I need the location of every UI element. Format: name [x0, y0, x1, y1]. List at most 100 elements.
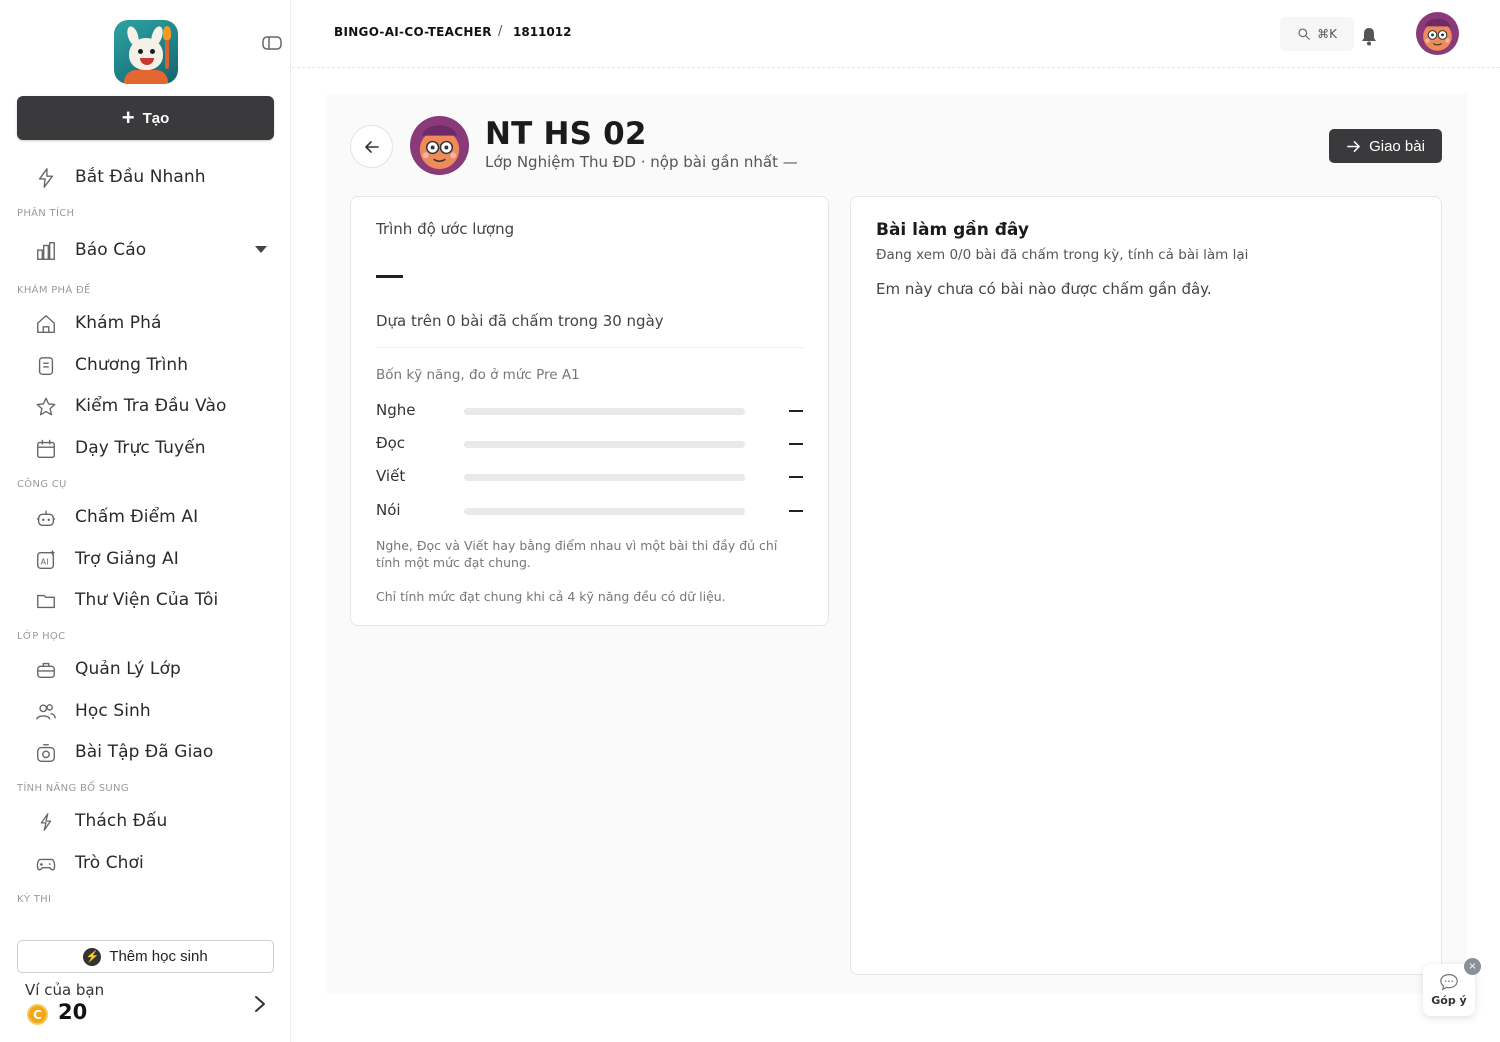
assign-button-label: Giao bài	[1369, 137, 1425, 155]
sidebar-item-label: Thách Đấu	[75, 811, 168, 831]
lightning-icon	[38, 168, 54, 188]
sidebar-item-label: Bắt Đầu Nhanh	[75, 167, 206, 187]
close-icon[interactable]: ×	[1464, 958, 1481, 975]
feedback-label: Góp ý	[1431, 994, 1467, 1007]
sidebar-item-explore[interactable]: Khám Phá	[17, 305, 277, 341]
document-icon	[38, 357, 54, 375]
assign-homework-button[interactable]: Giao bài	[1329, 129, 1442, 163]
sidebar-item-label: Báo Cáo	[75, 240, 147, 260]
sidebar-item-label: Bài Tập Đã Giao	[75, 742, 214, 762]
home-icon	[37, 315, 55, 333]
create-button[interactable]: + Tạo	[17, 96, 274, 140]
lightning-badge-icon: ⚡	[83, 947, 102, 966]
card-subtitle: Đang xem 0/0 bài đã chấm trong kỳ, tính …	[876, 247, 1249, 263]
coin-icon: C	[27, 1004, 48, 1025]
skill-empty-value	[789, 443, 803, 445]
camera-gear-icon	[37, 744, 55, 762]
sidebar-item-placement-test[interactable]: Kiểm Tra Đầu Vào	[17, 388, 277, 424]
student-name: NT HS 02	[485, 116, 647, 152]
breadcrumb-separator: /	[498, 24, 503, 39]
skill-empty-value	[789, 476, 803, 478]
sidebar-item-ai-assistant[interactable]: AI Trợ Giảng AI	[17, 541, 277, 577]
student-avatar	[410, 116, 469, 175]
sidebar-item-games[interactable]: Trò Chơi	[17, 845, 277, 881]
ai-badge-icon: AI	[37, 549, 56, 569]
skill-row-speaking: Nói	[376, 501, 803, 521]
sidebar-item-quick-start[interactable]: Bắt Đầu Nhanh	[17, 159, 277, 195]
wallet-balance: 20	[58, 1000, 88, 1024]
skill-name: Đọc	[376, 434, 406, 452]
skill-name: Viết	[376, 467, 406, 485]
svg-text:AI: AI	[41, 557, 49, 567]
main-content: NT HS 02 Lớp Nghiệm Thu ĐD · nộp bài gần…	[326, 94, 1467, 994]
users-icon	[36, 704, 56, 720]
back-button[interactable]	[350, 125, 393, 168]
section-label-extra: TÍNH NĂNG BỔ SUNG	[17, 783, 129, 794]
sidebar-item-assigned-exercises[interactable]: Bài Tập Đã Giao	[17, 734, 277, 770]
sidebar-item-challenge[interactable]: Thách Đấu	[17, 803, 277, 839]
sidebar-item-reports[interactable]: Báo Cáo	[17, 232, 277, 268]
skill-row-writing: Viết	[376, 467, 803, 487]
skill-empty-value	[789, 410, 803, 412]
add-student-button[interactable]: ⚡ Thêm học sinh	[17, 940, 274, 973]
section-label-explore: KHÁM PHÁ ĐỀ	[17, 285, 91, 296]
logo-eye-left	[138, 49, 143, 54]
bell-icon[interactable]	[1360, 26, 1378, 46]
level-empty-dash	[376, 275, 403, 278]
star-icon	[36, 397, 56, 416]
chat-bubble-icon	[1440, 974, 1458, 991]
folder-icon	[37, 594, 55, 609]
skill-empty-value	[789, 510, 803, 512]
section-label-class: LỚP HỌC	[17, 631, 66, 642]
sidebar-item-online-teaching[interactable]: Dạy Trực Tuyến	[17, 430, 277, 466]
arrow-left-icon	[364, 140, 379, 153]
card-title: Bài làm gần đây	[876, 220, 1029, 240]
chevron-right-icon[interactable]	[252, 994, 268, 1014]
divider	[376, 347, 803, 348]
sidebar-item-ai-grading[interactable]: Chấm Điểm AI	[17, 499, 277, 535]
plus-icon: +	[121, 105, 135, 130]
skill-name: Nghe	[376, 401, 416, 419]
add-student-label: Thêm học sinh	[109, 948, 208, 965]
user-avatar[interactable]	[1416, 12, 1459, 55]
search-shortcut: ⌘K	[1317, 27, 1337, 41]
bar-chart-icon	[37, 242, 55, 260]
caret-down-icon[interactable]	[255, 246, 267, 253]
logo-torch-flame	[163, 26, 171, 40]
create-button-label: Tạo	[142, 109, 170, 127]
sidebar-toggle-icon[interactable]	[262, 35, 282, 51]
search-icon	[1298, 28, 1310, 40]
empty-state-text: Em này chưa có bài nào được chấm gần đây…	[876, 280, 1212, 298]
arrow-right-icon	[1347, 140, 1360, 152]
robot-icon	[36, 510, 56, 527]
skill-progress-bar	[464, 474, 745, 481]
skill-row-reading: Đọc	[376, 434, 803, 454]
skill-progress-bar	[464, 408, 745, 415]
calendar-icon	[37, 439, 55, 458]
top-header: BINGO-AI-CO-TEACHER / 1811012 ⌘K	[292, 0, 1500, 68]
search-button[interactable]: ⌘K	[1280, 17, 1354, 51]
skill-progress-bar	[464, 441, 745, 448]
sidebar-item-label: Học Sinh	[75, 701, 151, 721]
gamepad-icon	[36, 858, 56, 871]
sidebar-item-class-management[interactable]: Quản Lý Lớp	[17, 651, 277, 687]
logo-torch-stick	[165, 39, 169, 69]
sidebar-item-library[interactable]: Thư Viện Của Tôi	[17, 582, 277, 618]
sidebar-item-label: Trợ Giảng AI	[75, 549, 179, 569]
card-title: Trình độ ước lượng	[376, 220, 515, 238]
breadcrumb-id[interactable]: 1811012	[513, 25, 571, 39]
section-label-tools: CÔNG CỤ	[17, 479, 67, 490]
level-basis-text: Dựa trên 0 bài đã chấm trong 30 ngày	[376, 312, 664, 330]
sidebar-item-label: Chương Trình	[75, 355, 189, 375]
app-logo[interactable]	[114, 20, 178, 84]
sidebar-item-curriculum[interactable]: Chương Trình	[17, 347, 277, 383]
skills-note: Nghe, Đọc và Viết hay bằng điểm nhau vì …	[376, 538, 778, 570]
breadcrumb-org[interactable]: BINGO-AI-CO-TEACHER	[334, 25, 492, 39]
logo-body	[124, 70, 168, 84]
skill-name: Nói	[376, 501, 401, 519]
sidebar: + Tạo Bắt Đầu Nhanh PHÂN TÍCH Báo Cáo KH…	[0, 0, 291, 1042]
recent-work-card: Bài làm gần đây Đang xem 0/0 bài đã chấm…	[850, 196, 1442, 975]
section-label-exam: KỲ THI	[17, 894, 52, 905]
sidebar-item-students[interactable]: Học Sinh	[17, 693, 277, 729]
sidebar-item-label: Dạy Trực Tuyến	[75, 438, 206, 458]
